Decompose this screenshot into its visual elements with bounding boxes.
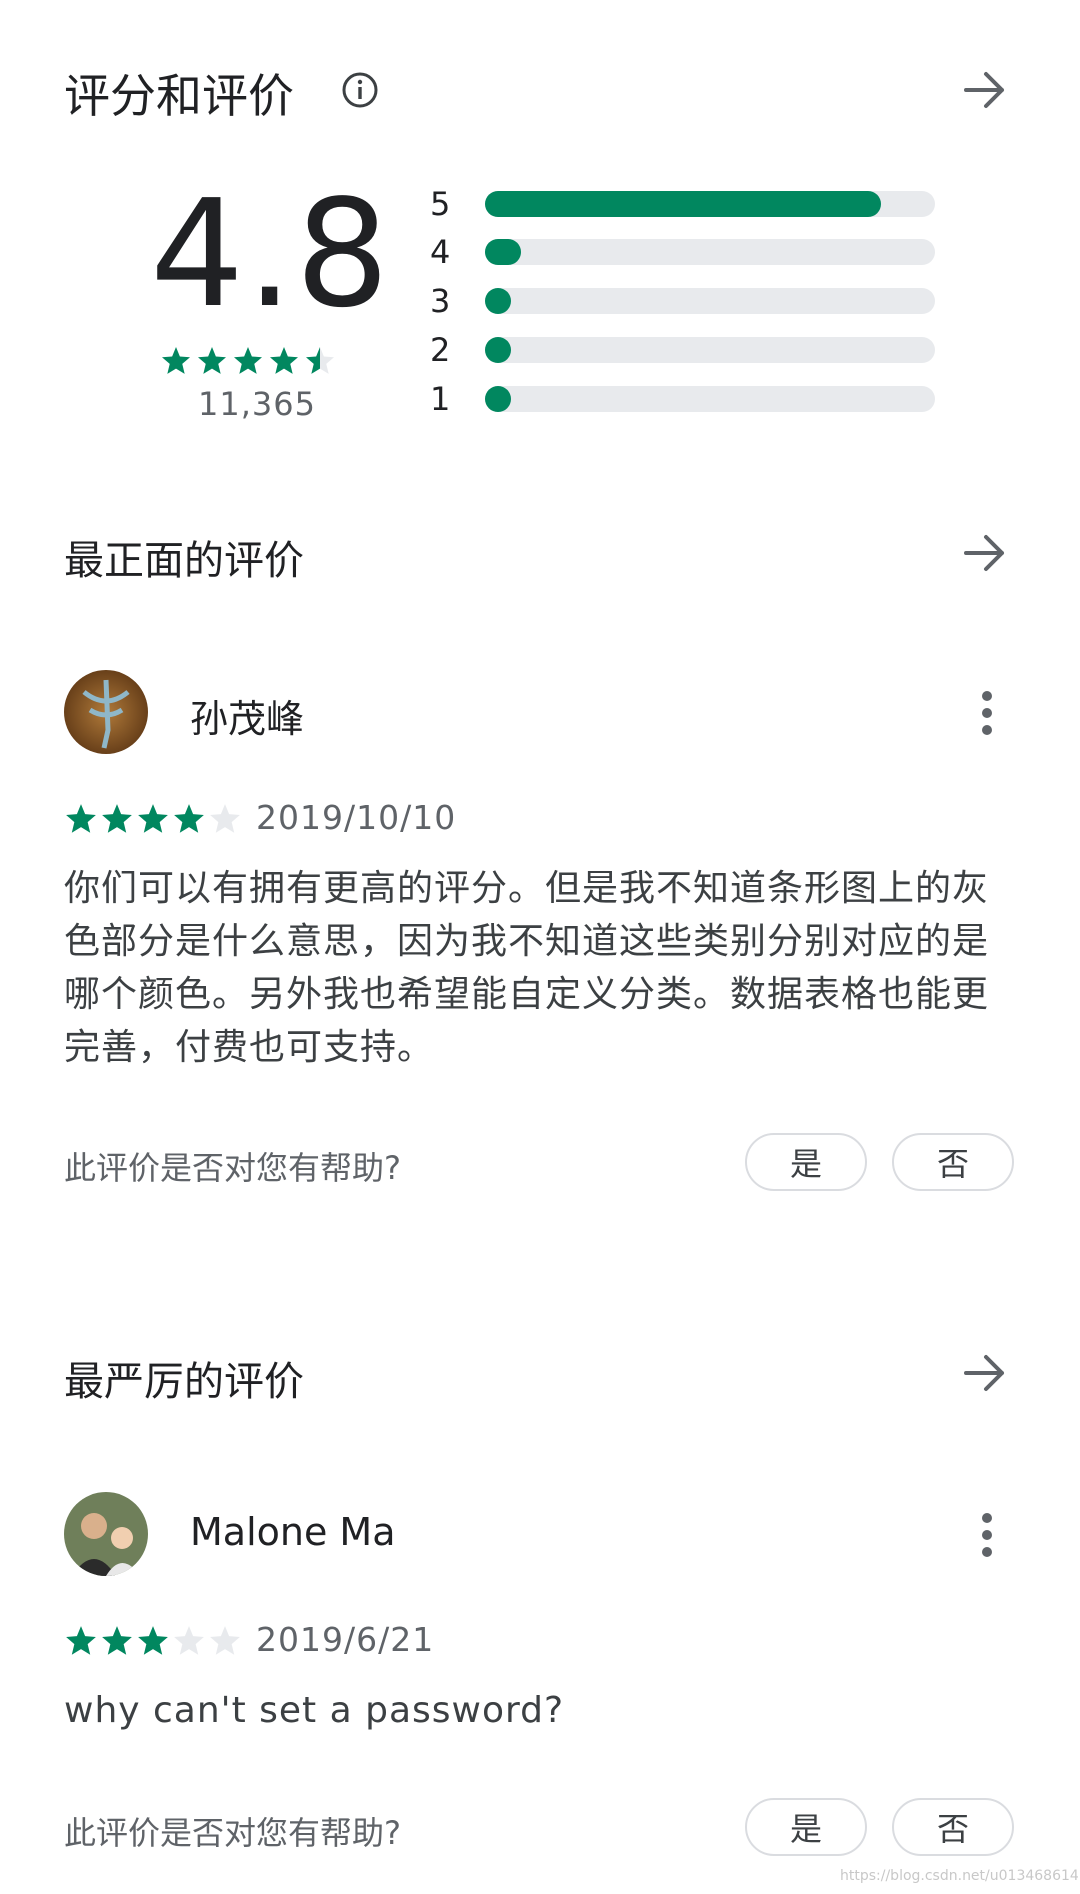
star-filled-icon: [100, 1624, 134, 1658]
histogram-row-1: 1: [430, 380, 950, 418]
positive-arrow-icon[interactable]: [960, 528, 1010, 578]
critical-arrow-icon[interactable]: [960, 1348, 1010, 1398]
histogram-track: [485, 337, 935, 363]
histogram-track: [485, 288, 935, 314]
histogram-row-3: 3: [430, 282, 950, 320]
histogram-fill: [485, 337, 511, 363]
histogram-label: 2: [430, 331, 451, 369]
helpful-no-button[interactable]: 否: [892, 1133, 1014, 1191]
rating-count: 11,365: [198, 385, 316, 423]
star-filled-icon: [64, 1624, 98, 1658]
review-text: why can't set a password?: [64, 1690, 565, 1731]
histogram-row-4: 4: [430, 233, 950, 271]
reviewer-name: 孙茂峰: [190, 697, 305, 741]
average-rating: 4.8: [150, 168, 392, 340]
helpful-question: 此评价是否对您有帮助?: [64, 1149, 401, 1187]
star-filled-icon: [268, 345, 300, 377]
reviewer-name: Malone Ma: [190, 1510, 396, 1554]
info-icon[interactable]: [340, 70, 380, 110]
histogram-label: 5: [430, 185, 451, 223]
histogram-fill: [485, 288, 511, 314]
histogram-fill: [485, 191, 881, 217]
avatar: [64, 670, 148, 754]
histogram-row-5: 5: [430, 185, 950, 223]
review-date: 2019/10/10: [256, 798, 457, 837]
star-filled-icon: [160, 345, 192, 377]
arrow-right-icon[interactable]: [960, 65, 1010, 115]
review-stars: [64, 1624, 242, 1658]
histogram-fill: [485, 386, 511, 412]
star-filled-icon: [232, 345, 264, 377]
star-filled-icon: [172, 802, 206, 836]
avatar: [64, 1492, 148, 1576]
more-options-icon[interactable]: [975, 688, 999, 738]
star-filled-icon: [136, 802, 170, 836]
star-empty-icon: [208, 1624, 242, 1658]
star-half-icon: [304, 345, 336, 377]
review-text: 你们可以有拥有更高的评分。但是我不知道条形图上的灰色部分是什么意思，因为我不知道…: [64, 868, 990, 1068]
helpful-question: 此评价是否对您有帮助?: [64, 1814, 401, 1852]
histogram-label: 1: [430, 380, 451, 418]
histogram-row-2: 2: [430, 331, 950, 369]
summary-stars: [160, 345, 336, 377]
star-empty-icon: [172, 1624, 206, 1658]
star-filled-icon: [196, 345, 228, 377]
histogram-label: 3: [430, 282, 451, 320]
page-title: 评分和评价: [64, 69, 294, 123]
star-filled-icon: [100, 802, 134, 836]
helpful-yes-button[interactable]: 是: [745, 1798, 867, 1856]
more-options-icon[interactable]: [975, 1510, 999, 1560]
star-filled-icon: [64, 802, 98, 836]
review-stars: [64, 802, 242, 836]
star-empty-icon: [208, 802, 242, 836]
critical-section-title: 最严厉的评价: [64, 1359, 304, 1405]
helpful-yes-button[interactable]: 是: [745, 1133, 867, 1191]
histogram-track: [485, 239, 935, 265]
histogram-label: 4: [430, 233, 451, 271]
helpful-no-button[interactable]: 否: [892, 1798, 1014, 1856]
histogram-track: [485, 191, 935, 217]
star-filled-icon: [136, 1624, 170, 1658]
review-date: 2019/6/21: [256, 1620, 435, 1659]
watermark: https://blog.csdn.net/u013468614: [840, 1868, 1079, 1884]
histogram-fill: [485, 239, 521, 265]
histogram-track: [485, 386, 935, 412]
positive-section-title: 最正面的评价: [64, 538, 304, 584]
